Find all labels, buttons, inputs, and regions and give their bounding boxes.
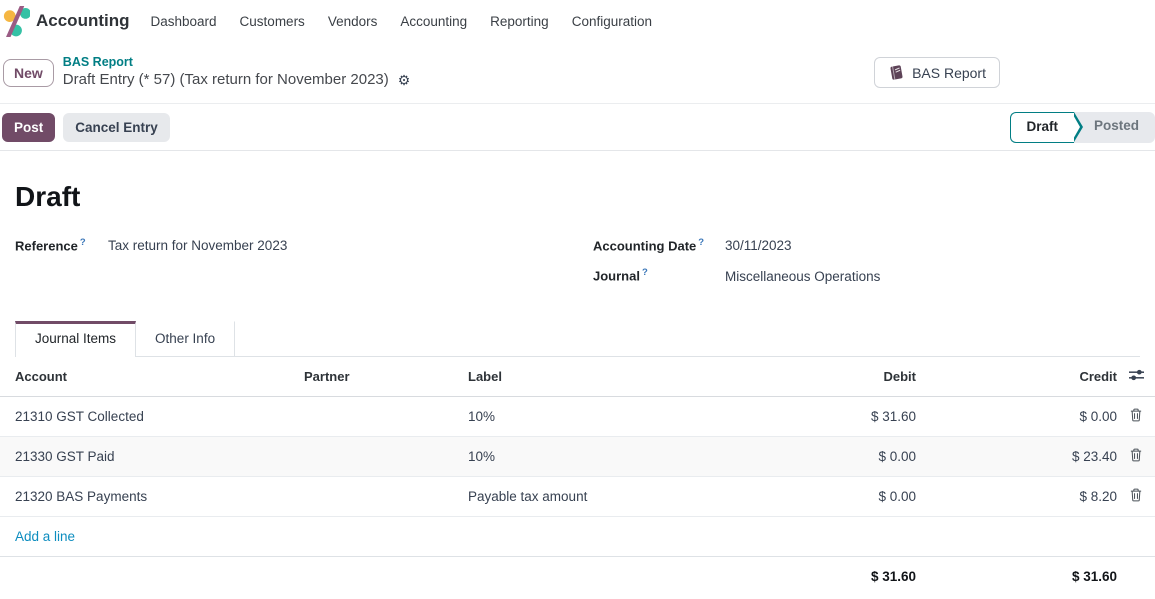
credit-cell[interactable]: $ 0.00 bbox=[916, 397, 1117, 437]
journal-value[interactable]: Miscellaneous Operations bbox=[725, 269, 880, 284]
nav-item-configuration[interactable]: Configuration bbox=[572, 14, 652, 29]
reference-label: Reference? bbox=[15, 237, 108, 253]
account-cell[interactable]: 21310 GST Collected bbox=[0, 397, 304, 437]
label-cell[interactable]: 10% bbox=[468, 437, 756, 477]
credit-cell[interactable]: $ 23.40 bbox=[916, 437, 1117, 477]
partner-cell[interactable] bbox=[304, 437, 468, 477]
tab-other-info[interactable]: Other Info bbox=[136, 321, 235, 356]
form-sheet: Draft Reference? Tax return for November… bbox=[0, 181, 1155, 596]
help-icon: ? bbox=[698, 237, 704, 248]
nav-item-dashboard[interactable]: Dashboard bbox=[151, 14, 217, 29]
optional-columns-icon[interactable] bbox=[1117, 357, 1155, 397]
breadcrumb-parent-link[interactable]: BAS Report bbox=[63, 55, 411, 71]
accounting-date-value[interactable]: 30/11/2023 bbox=[725, 238, 792, 253]
status-bar: Draft Posted bbox=[1010, 112, 1155, 143]
nav-item-accounting[interactable]: Accounting bbox=[400, 14, 467, 29]
action-bar: Post Cancel Entry Draft Posted bbox=[0, 103, 1155, 151]
page-title: Draft bbox=[15, 181, 1140, 213]
debit-cell[interactable]: $ 0.00 bbox=[756, 477, 916, 517]
credit-total: $ 31.60 bbox=[916, 557, 1117, 596]
col-header-label[interactable]: Label bbox=[468, 357, 756, 397]
table-row[interactable]: 21310 GST Collected 10% $ 31.60 $ 0.00 bbox=[0, 397, 1155, 437]
post-button[interactable]: Post bbox=[2, 113, 55, 142]
col-header-partner[interactable]: Partner bbox=[304, 357, 468, 397]
col-header-debit[interactable]: Debit bbox=[756, 357, 916, 397]
table-row[interactable]: 21320 BAS Payments Payable tax amount $ … bbox=[0, 477, 1155, 517]
totals-row: $ 31.60 $ 31.60 bbox=[0, 557, 1155, 596]
field-group: Reference? Tax return for November 2023 … bbox=[15, 237, 1140, 298]
add-a-line-link[interactable]: Add a line bbox=[15, 529, 75, 544]
bas-report-button-label: BAS Report bbox=[912, 65, 986, 81]
reference-value[interactable]: Tax return for November 2023 bbox=[108, 238, 287, 253]
nav-item-vendors[interactable]: Vendors bbox=[328, 14, 378, 29]
trash-icon[interactable] bbox=[1130, 448, 1142, 462]
nav-item-customers[interactable]: Customers bbox=[240, 14, 305, 29]
control-panel: New BAS Report Draft Entry (* 57) (Tax r… bbox=[0, 42, 1155, 103]
debit-cell[interactable]: $ 0.00 bbox=[756, 437, 916, 477]
label-cell[interactable]: Payable tax amount bbox=[468, 477, 756, 517]
status-step-draft[interactable]: Draft bbox=[1010, 112, 1074, 143]
journal-label: Journal? bbox=[593, 267, 725, 283]
col-header-account[interactable]: Account bbox=[0, 357, 304, 397]
account-cell[interactable]: 21330 GST Paid bbox=[0, 437, 304, 477]
debit-total: $ 31.60 bbox=[756, 557, 916, 596]
help-icon: ? bbox=[642, 267, 648, 278]
nav-item-reporting[interactable]: Reporting bbox=[490, 14, 549, 29]
add-line-row: Add a line bbox=[0, 517, 1155, 557]
top-nav: Accounting Dashboard Customers Vendors A… bbox=[0, 0, 1155, 42]
notebook-tabs: Journal Items Other Info bbox=[15, 321, 1140, 357]
label-cell[interactable]: 10% bbox=[468, 397, 756, 437]
new-button[interactable]: New bbox=[3, 59, 54, 87]
main-menu: Dashboard Customers Vendors Accounting R… bbox=[151, 14, 653, 29]
tab-journal-items[interactable]: Journal Items bbox=[15, 321, 136, 357]
partner-cell[interactable] bbox=[304, 477, 468, 517]
cancel-entry-button[interactable]: Cancel Entry bbox=[63, 113, 170, 142]
breadcrumb: BAS Report Draft Entry (* 57) (Tax retur… bbox=[63, 55, 411, 89]
credit-cell[interactable]: $ 8.20 bbox=[916, 477, 1117, 517]
breadcrumb-current: Draft Entry (* 57) (Tax return for Novem… bbox=[63, 71, 389, 90]
journal-items-table: Account Partner Label Debit Credit 21310… bbox=[0, 357, 1155, 596]
trash-icon[interactable] bbox=[1130, 408, 1142, 422]
accounting-app-icon[interactable] bbox=[3, 6, 30, 37]
bas-report-button[interactable]: BAS Report bbox=[874, 57, 1000, 88]
status-step-posted[interactable]: Posted bbox=[1074, 112, 1155, 143]
app-name[interactable]: Accounting bbox=[36, 11, 130, 31]
book-icon bbox=[888, 64, 905, 81]
partner-cell[interactable] bbox=[304, 397, 468, 437]
app-brand: Accounting bbox=[3, 6, 130, 37]
debit-cell[interactable]: $ 31.60 bbox=[756, 397, 916, 437]
accounting-date-label: Accounting Date? bbox=[593, 237, 725, 253]
table-header-row: Account Partner Label Debit Credit bbox=[0, 357, 1155, 397]
gear-icon[interactable]: ⚙ bbox=[398, 73, 411, 87]
account-cell[interactable]: 21320 BAS Payments bbox=[0, 477, 304, 517]
help-icon: ? bbox=[80, 237, 86, 248]
col-header-credit[interactable]: Credit bbox=[916, 357, 1117, 397]
table-row[interactable]: 21330 GST Paid 10% $ 0.00 $ 23.40 bbox=[0, 437, 1155, 477]
trash-icon[interactable] bbox=[1130, 488, 1142, 502]
